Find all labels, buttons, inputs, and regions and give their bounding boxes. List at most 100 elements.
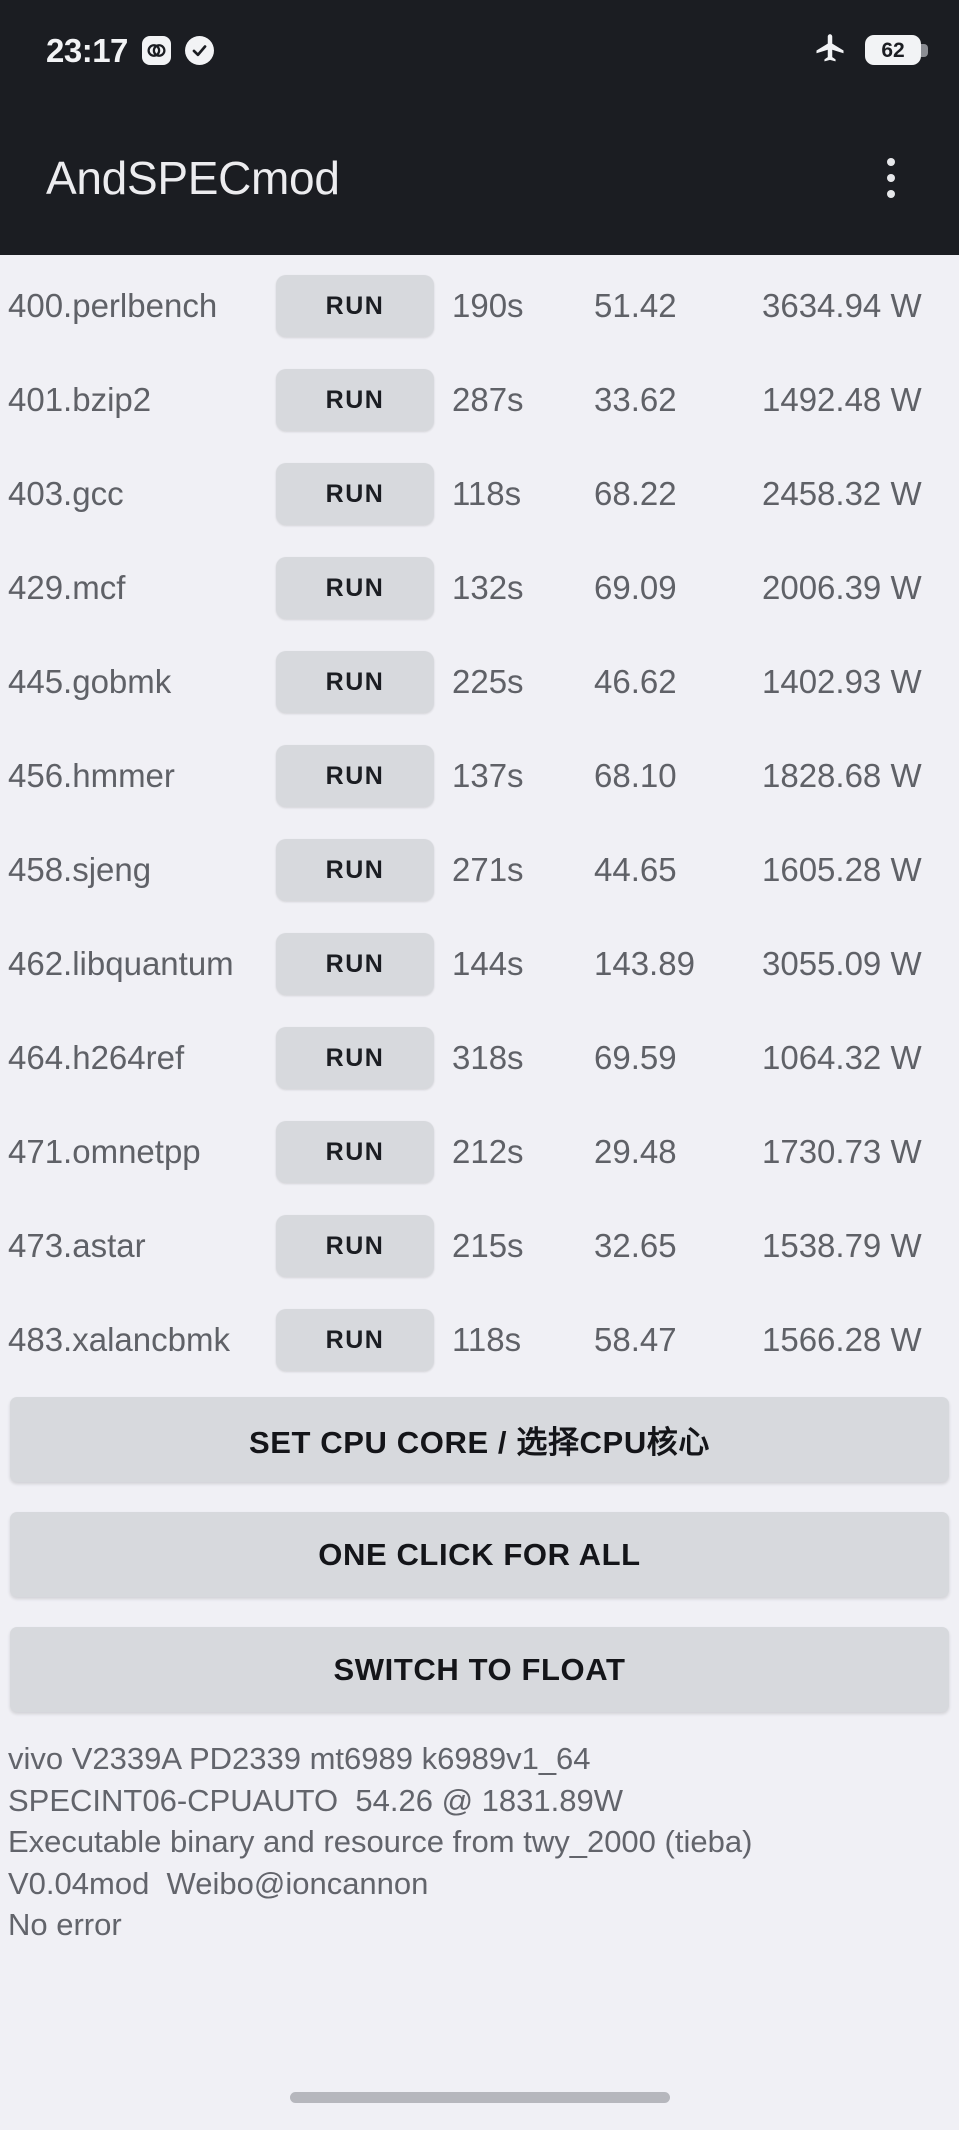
run-button[interactable]: RUN: [276, 745, 434, 807]
benchmark-run-cell: RUN: [276, 839, 434, 901]
benchmark-time: 132s: [452, 569, 524, 606]
benchmark-time: 144s: [452, 945, 524, 982]
phone-screen: 23:17 62 AndSPECmod 400.perlbench RUN 19…: [0, 0, 959, 2130]
error-status-line: No error: [8, 1907, 122, 1943]
benchmark-row: 445.gobmk RUN 225s 46.62 1402.93 W: [0, 635, 959, 729]
benchmark-score: 58.47: [594, 1321, 677, 1358]
benchmark-result-line: SPECINT06-CPUAUTO 54.26 @ 1831.89W: [8, 1782, 623, 1818]
overflow-menu-icon[interactable]: [867, 150, 915, 206]
benchmark-name: 471.omnetpp: [8, 1132, 201, 1170]
run-button[interactable]: RUN: [276, 839, 434, 901]
airplane-mode-icon: [812, 30, 848, 71]
benchmark-time: 287s: [452, 381, 524, 418]
benchmark-row: 471.omnetpp RUN 212s 29.48 1730.73 W: [0, 1105, 959, 1199]
benchmark-score: 143.89: [594, 945, 695, 982]
benchmark-power: 1492.48 W: [762, 380, 922, 418]
benchmark-run-cell: RUN: [276, 1215, 434, 1277]
run-button[interactable]: RUN: [276, 1215, 434, 1277]
home-gesture-pill[interactable]: [289, 2091, 670, 2103]
benchmark-score: 68.22: [594, 475, 677, 512]
benchmark-power: 3055.09 W: [762, 944, 922, 982]
run-button[interactable]: RUN: [276, 651, 434, 713]
benchmark-power: 2006.39 W: [762, 568, 922, 606]
benchmark-name: 445.gobmk: [8, 662, 172, 700]
switch-to-float-button[interactable]: SWITCH TO FLOAT: [10, 1627, 949, 1712]
status-bar-left: 23:17: [46, 34, 214, 67]
benchmark-run-cell: RUN: [276, 1309, 434, 1371]
benchmark-power: 1730.73 W: [762, 1132, 922, 1170]
run-button[interactable]: RUN: [276, 1027, 434, 1089]
run-button[interactable]: RUN: [276, 275, 434, 337]
benchmark-list: 400.perlbench RUN 190s 51.42 3634.94 W 401.bz…: [0, 255, 959, 1387]
battery-indicator: 62: [865, 35, 928, 65]
benchmark-row: 429.mcf RUN 132s 69.09 2006.39 W: [0, 541, 959, 635]
benchmark-score: 32.65: [594, 1227, 677, 1264]
benchmark-power: 2458.32 W: [762, 474, 922, 512]
benchmark-power: 1566.28 W: [762, 1320, 922, 1358]
system-navigation-bar: [0, 2064, 959, 2130]
check-circle-icon: [184, 35, 214, 65]
run-button[interactable]: RUN: [276, 1309, 434, 1371]
benchmark-run-cell: RUN: [276, 275, 434, 337]
benchmark-row: 456.hmmer RUN 137s 68.10 1828.68 W: [0, 729, 959, 823]
version-line: V0.04mod Weibo@ioncannon: [8, 1865, 429, 1901]
battery-level-label: 62: [881, 38, 905, 62]
action-buttons: SET CPU CORE / 选择CPU核心 ONE CLICK FOR ALL…: [0, 1387, 959, 1712]
benchmark-row: 400.perlbench RUN 190s 51.42 3634.94 W: [0, 259, 959, 353]
benchmark-score: 46.62: [594, 663, 677, 700]
benchmark-score: 44.65: [594, 851, 677, 888]
benchmark-power: 3634.94 W: [762, 286, 922, 324]
status-clock: 23:17: [46, 31, 128, 69]
benchmark-time: 271s: [452, 851, 524, 888]
run-button[interactable]: RUN: [276, 463, 434, 525]
benchmark-power: 1538.79 W: [762, 1226, 922, 1264]
benchmark-time: 118s: [452, 475, 522, 512]
benchmark-row: 464.h264ref RUN 318s 69.59 1064.32 W: [0, 1011, 959, 1105]
benchmark-time: 225s: [452, 663, 524, 700]
run-button[interactable]: RUN: [276, 557, 434, 619]
benchmark-time: 318s: [452, 1039, 524, 1076]
benchmark-run-cell: RUN: [276, 651, 434, 713]
benchmark-row: 403.gcc RUN 118s 68.22 2458.32 W: [0, 447, 959, 541]
benchmark-run-cell: RUN: [276, 557, 434, 619]
status-bar-right: 62: [812, 30, 928, 71]
run-button[interactable]: RUN: [276, 369, 434, 431]
benchmark-row: 458.sjeng RUN 271s 44.65 1605.28 W: [0, 823, 959, 917]
benchmark-score: 69.09: [594, 569, 677, 606]
benchmark-name: 483.xalancbmk: [8, 1320, 230, 1358]
benchmark-name: 464.h264ref: [8, 1038, 185, 1076]
benchmark-time: 215s: [452, 1227, 524, 1264]
one-click-for-all-button[interactable]: ONE CLICK FOR ALL: [10, 1512, 949, 1597]
benchmark-time: 137s: [452, 757, 524, 794]
benchmark-time: 212s: [452, 1133, 524, 1170]
benchmark-row: 401.bzip2 RUN 287s 33.62 1492.48 W: [0, 353, 959, 447]
benchmark-name: 458.sjeng: [8, 850, 152, 888]
benchmark-time: 190s: [452, 287, 524, 324]
benchmark-run-cell: RUN: [276, 1027, 434, 1089]
benchmark-power: 1402.93 W: [762, 662, 922, 700]
benchmark-score: 51.42: [594, 287, 677, 324]
benchmark-power: 1605.28 W: [762, 850, 922, 888]
benchmark-name: 400.perlbench: [8, 286, 218, 324]
benchmark-run-cell: RUN: [276, 463, 434, 525]
benchmark-row: 483.xalancbmk RUN 118s 58.47 1566.28 W: [0, 1293, 959, 1387]
benchmark-row: 462.libquantum RUN 144s 143.89 3055.09 W: [0, 917, 959, 1011]
benchmark-time: 118s: [452, 1321, 522, 1358]
credit-line: Executable binary and resource from twy_…: [8, 1824, 753, 1860]
app-bar: AndSPECmod: [0, 100, 959, 255]
benchmark-run-cell: RUN: [276, 1121, 434, 1183]
benchmark-name: 473.astar: [8, 1226, 146, 1264]
set-cpu-core-button[interactable]: SET CPU CORE / 选择CPU核心: [10, 1397, 949, 1482]
app-title: AndSPECmod: [46, 151, 340, 204]
benchmark-score: 69.59: [594, 1039, 677, 1076]
benchmark-score: 33.62: [594, 381, 677, 418]
run-button[interactable]: RUN: [276, 933, 434, 995]
benchmark-score: 68.10: [594, 757, 677, 794]
benchmark-power: 1828.68 W: [762, 756, 922, 794]
benchmark-power: 1064.32 W: [762, 1038, 922, 1076]
run-button[interactable]: RUN: [276, 1121, 434, 1183]
benchmark-run-cell: RUN: [276, 745, 434, 807]
benchmark-name: 456.hmmer: [8, 756, 175, 794]
benchmark-name: 462.libquantum: [8, 944, 234, 982]
status-bar: 23:17 62: [0, 0, 959, 100]
